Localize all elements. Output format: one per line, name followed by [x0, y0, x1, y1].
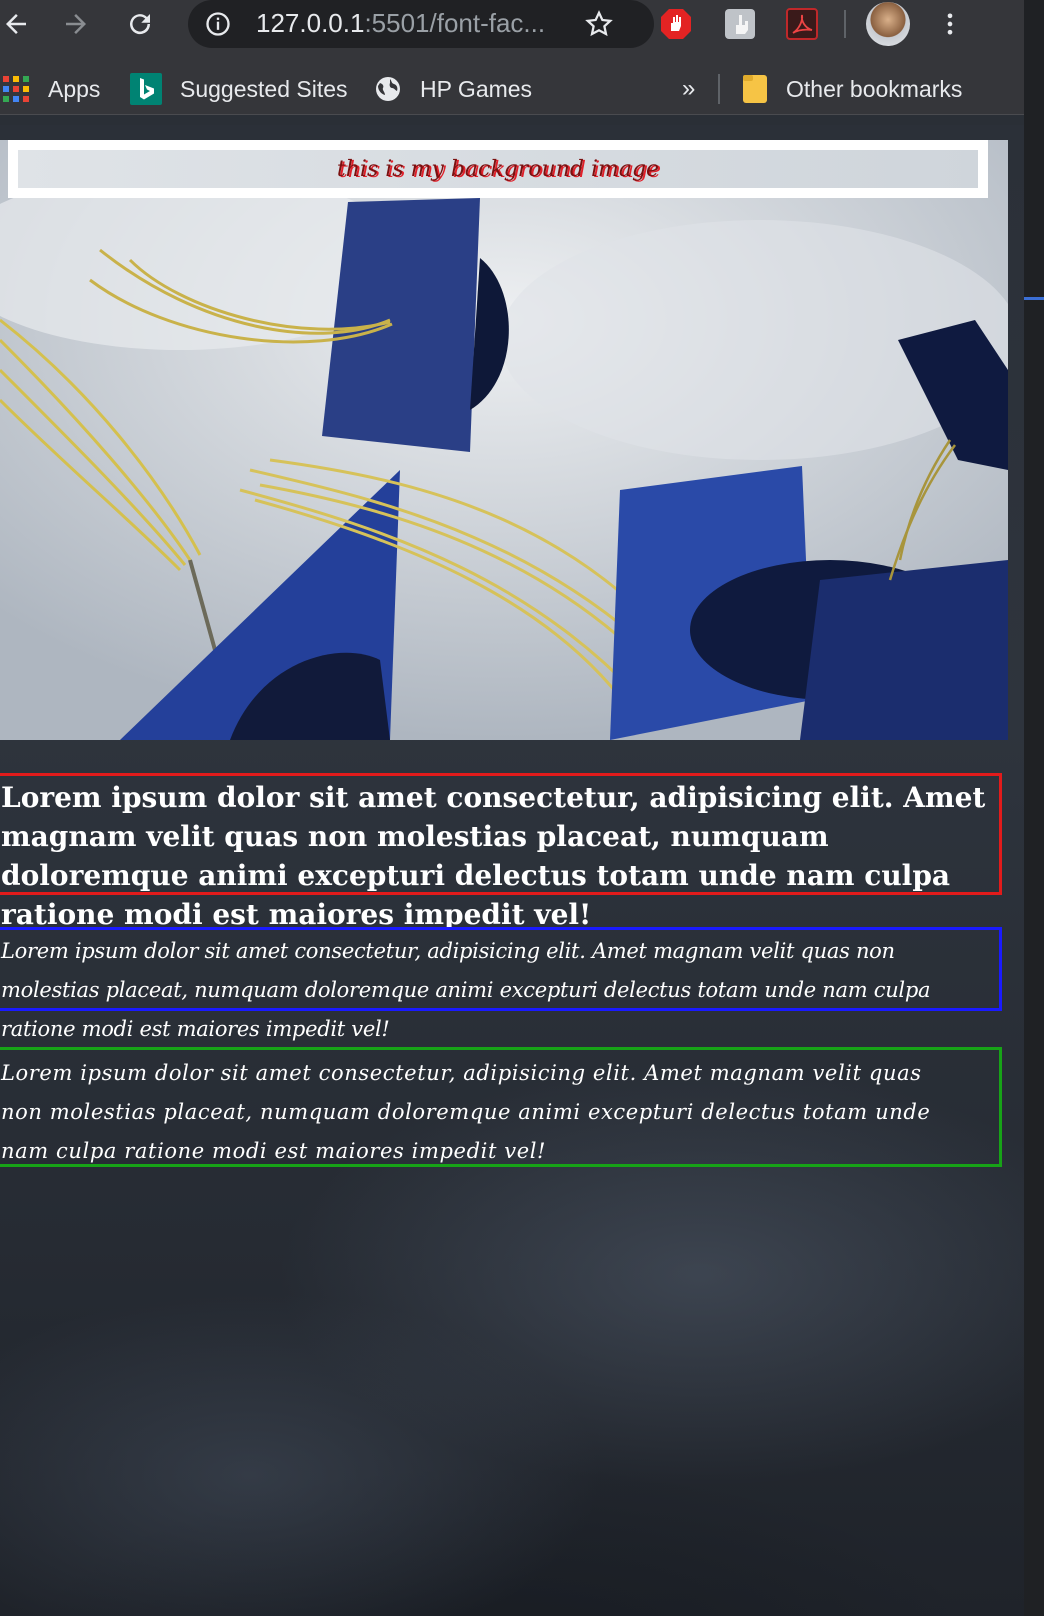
caption-frame: this is my background image	[8, 140, 988, 198]
forward-button[interactable]	[56, 4, 96, 44]
pdf-extension-button[interactable]	[784, 6, 820, 42]
chrome-menu-button[interactable]	[930, 4, 970, 44]
bookmark-hp-games[interactable]: HP Games	[374, 70, 532, 108]
caption-bar: this is my background image	[18, 150, 978, 188]
page-scrollbar[interactable]	[1024, 0, 1044, 1616]
reload-button[interactable]	[120, 4, 160, 44]
site-info-icon	[206, 12, 230, 36]
back-arrow-icon	[6, 14, 26, 34]
touch-extension-button[interactable]	[722, 6, 758, 42]
toolbar-gap	[0, 48, 1024, 64]
folder-icon	[743, 75, 767, 103]
touch-hand-icon	[725, 9, 755, 39]
adblock-hand-icon	[661, 9, 691, 39]
bookmarks-bar: Apps Suggested Sites HP Games » Other bo…	[0, 64, 1024, 115]
other-bookmarks-folder[interactable]: Other bookmarks	[742, 70, 962, 108]
back-button[interactable]	[0, 4, 36, 44]
url-path: :5501/font-fac...	[364, 8, 546, 38]
address-bar[interactable]: 127.0.0.1:5501/font-fac...	[188, 0, 654, 48]
adblock-extension-button[interactable]	[658, 6, 694, 42]
page-viewport: this is my background image Lorem ipsum …	[0, 125, 1024, 1616]
overflow-chevron-icon: »	[682, 75, 696, 102]
bookmark-label: HP Games	[420, 75, 533, 102]
bookmark-label: Apps	[48, 75, 101, 102]
paragraph-red-border: Lorem ipsum dolor sit amet consectetur, …	[0, 773, 1002, 931]
apps-grid-icon	[3, 76, 29, 102]
profile-avatar[interactable]	[866, 2, 910, 46]
globe-icon	[376, 77, 400, 101]
kebab-menu-icon	[947, 13, 953, 35]
bookmark-apps[interactable]: Apps	[2, 70, 100, 108]
background-image: this is my background image	[0, 140, 1008, 740]
bing-icon	[130, 73, 162, 105]
url-host: 127.0.0.1	[256, 8, 365, 38]
url-text: 127.0.0.1:5501/font-fac...	[256, 8, 545, 39]
graduation-caps-illustration	[0, 140, 1008, 740]
bookmark-label: Suggested Sites	[180, 75, 348, 102]
other-bookmarks-label: Other bookmarks	[786, 75, 963, 102]
bookmarks-overflow-button[interactable]: »	[682, 70, 695, 108]
bookmarks-divider	[718, 74, 720, 104]
background-caption: this is my background image	[336, 156, 660, 182]
paragraph-blue-border: Lorem ipsum dolor sit amet consectetur, …	[0, 927, 1002, 1041]
reload-icon	[130, 14, 151, 35]
pdf-acrobat-icon	[786, 8, 818, 40]
scrollbar-marker	[1024, 297, 1044, 300]
browser-toolbar: 127.0.0.1:5501/font-fac...	[0, 0, 1024, 48]
paragraph-green-border: Lorem ipsum dolor sit amet consectetur, …	[0, 1047, 1002, 1167]
bookmark-suggested-sites[interactable]: Suggested Sites	[130, 70, 348, 108]
toolbar-divider	[844, 10, 846, 38]
forward-arrow-icon	[66, 14, 86, 34]
bookmark-star-icon[interactable]	[584, 9, 614, 39]
